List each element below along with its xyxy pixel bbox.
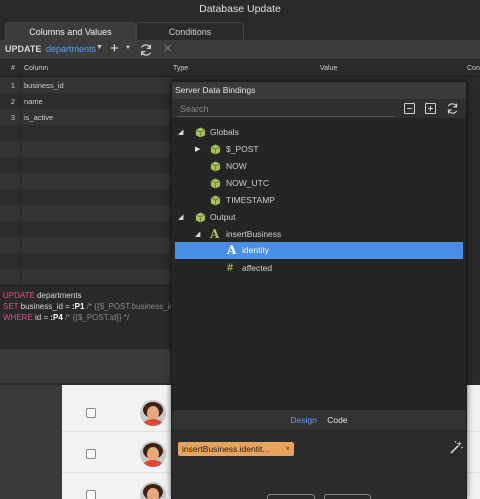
close-icon[interactable]: ✕ — [163, 42, 172, 55]
cube-icon — [210, 144, 221, 155]
tree-node-now-utc[interactable]: NOW_UTC — [172, 175, 466, 192]
cube-icon — [210, 161, 221, 172]
cancel-button[interactable] — [267, 494, 315, 499]
table-row[interactable]: 2 name — [0, 93, 172, 109]
sql-line: WHERE id = :P4 /* {{$_POST.id}} */ — [3, 313, 130, 322]
sql-line: SET business_id = :P1 /* {{$_POST.busine… — [3, 302, 174, 311]
view-tabs: Design Code — [172, 409, 466, 429]
collapse-all-icon[interactable] — [404, 103, 415, 114]
binding-pill-label: insertBusiness.identit... — [182, 444, 270, 454]
avatar — [140, 400, 166, 426]
background-sidebar — [0, 385, 62, 499]
table-row — [0, 269, 172, 285]
server-data-bindings-popup: Server Data Bindings ◢ Globals ▶ $_POST … — [171, 81, 467, 499]
tab-columns-and-values[interactable]: Columns and Values — [5, 22, 136, 40]
magic-wand-icon[interactable] — [450, 441, 463, 454]
table-row — [0, 205, 172, 221]
dialog-footer — [0, 349, 172, 383]
tab-code[interactable]: Code — [327, 415, 347, 425]
cube-icon — [195, 127, 206, 138]
text-a-icon: A — [227, 243, 237, 257]
tree-node-now[interactable]: NOW — [172, 158, 466, 175]
close-icon[interactable]: × — [285, 442, 290, 456]
tree-node-label: $_POST — [226, 144, 259, 154]
tree-node-post[interactable]: ▶ $_POST — [172, 141, 466, 158]
tree-node-label: Output — [210, 212, 236, 222]
row-checkbox[interactable] — [86, 408, 96, 418]
sql-line: UPDATE departments — [3, 291, 82, 300]
tree-node-timestamp[interactable]: TIMESTAMP — [172, 192, 466, 209]
tree-node-label: Globals — [210, 127, 239, 137]
tree-node-label: NOW_UTC — [226, 178, 269, 188]
chevron-down-icon[interactable]: ◢ — [178, 128, 183, 136]
chevron-down-icon[interactable]: ▼ — [125, 45, 131, 51]
avatar — [140, 482, 166, 499]
avatar — [140, 441, 166, 467]
tree-node-label: affected — [242, 263, 273, 273]
dialog-title: Database Update — [0, 0, 480, 19]
toolbar: UPDATE departments ▼ + ▼ ✕ — [0, 40, 480, 60]
tab-conditions[interactable]: Conditions — [136, 22, 244, 40]
chevron-down-icon[interactable]: ◢ — [195, 230, 200, 238]
cube-icon — [195, 212, 206, 223]
chevron-right-icon[interactable]: ▶ — [195, 145, 200, 153]
table-row — [0, 141, 172, 157]
tab-bar: Columns and Values Conditions — [0, 19, 480, 40]
table-row — [0, 125, 172, 141]
refresh-icon[interactable] — [139, 43, 153, 57]
row-checkbox[interactable] — [86, 449, 96, 459]
sql-preview: UPDATE departments SET business_id = :P1… — [0, 285, 174, 349]
cube-icon — [210, 178, 221, 189]
tab-design[interactable]: Design — [290, 415, 316, 425]
search-bar — [172, 99, 466, 119]
table-row[interactable]: 1 business_id — [0, 77, 172, 93]
tree-node-affected[interactable]: # affected — [172, 260, 466, 277]
header-value: Value — [320, 65, 338, 72]
chevron-down-icon[interactable]: ▼ — [96, 44, 103, 51]
table-row — [0, 253, 172, 269]
refresh-icon[interactable] — [446, 102, 459, 115]
tree-node-output[interactable]: ◢ Output — [172, 209, 466, 226]
popup-footer — [172, 469, 466, 499]
expand-all-icon[interactable] — [425, 103, 436, 114]
tree-node-insert-business[interactable]: ◢ A insertBusiness — [172, 226, 466, 243]
select-button[interactable] — [324, 494, 371, 499]
tree-node-label: identity — [242, 245, 269, 255]
table-row — [0, 173, 172, 189]
tree-node-label: insertBusiness — [226, 229, 282, 239]
tree-node-identity[interactable]: A identity — [175, 242, 463, 259]
text-a-icon: A — [210, 227, 220, 241]
header-type: Type — [173, 65, 189, 72]
grid-header: # Column Type Value Con — [0, 62, 480, 77]
search-input[interactable] — [177, 101, 395, 117]
header-number: # — [11, 65, 15, 72]
table-row — [0, 237, 172, 253]
binding-expression: insertBusiness.identit... × — [172, 429, 466, 469]
hash-icon: # — [227, 262, 234, 274]
tree-node-label: TIMESTAMP — [226, 195, 275, 205]
update-keyword: UPDATE — [5, 44, 42, 54]
cube-icon — [210, 195, 221, 206]
table-row — [0, 221, 172, 237]
header-conditions: Con — [467, 65, 480, 72]
tree-node-label: NOW — [226, 161, 247, 171]
header-column: Column — [24, 65, 49, 72]
table-selector[interactable]: departments — [46, 44, 96, 54]
popup-title: Server Data Bindings — [172, 82, 466, 99]
binding-pill[interactable]: insertBusiness.identit... × — [178, 442, 294, 456]
table-row — [0, 157, 172, 173]
tree-node-globals[interactable]: ◢ Globals — [172, 124, 466, 141]
row-checkbox[interactable] — [86, 490, 96, 499]
table-row — [0, 189, 172, 205]
table-row[interactable]: 3 is_active — [0, 109, 172, 125]
chevron-down-icon[interactable]: ◢ — [178, 213, 183, 221]
bindings-tree: ◢ Globals ▶ $_POST NOW NOW_UTC TIMESTAMP… — [172, 119, 466, 409]
plus-icon[interactable]: + — [110, 40, 119, 57]
